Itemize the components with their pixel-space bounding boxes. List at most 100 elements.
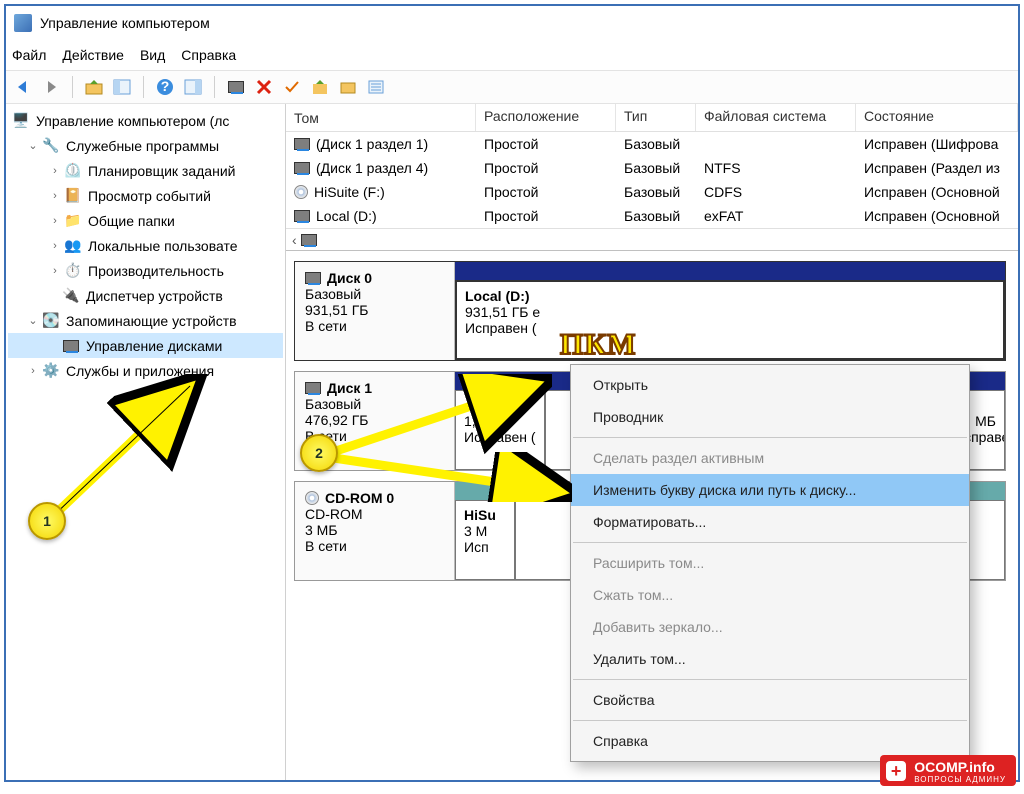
tree-root-label: Управление компьютером (лс [36, 113, 229, 129]
pane-button[interactable] [182, 76, 204, 98]
watermark-badge: + OCOMP.info ВОПРОСЫ АДМИНУ [880, 755, 1016, 786]
volume-list-header[interactable]: Том Расположение Тип Файловая система Со… [286, 104, 1018, 132]
menu-view[interactable]: Вид [140, 47, 165, 63]
tree-label: Диспетчер устройств [86, 288, 223, 304]
col-state[interactable]: Состояние [856, 104, 1018, 131]
twisty-icon[interactable]: ⌄ [26, 314, 40, 327]
storage-icon: 💽 [42, 312, 60, 330]
volume-state: Исправен (Раздел из [856, 158, 1018, 178]
volume-layout: Простой [476, 182, 616, 202]
annotation-arrow-2b [322, 452, 572, 502]
partition-strip [455, 262, 1005, 280]
ctx-open[interactable]: Открыть [571, 369, 969, 401]
disk-icon [301, 234, 317, 246]
volume-name: Local (D:) [316, 208, 377, 224]
partition-size: 931,51 ГБ е [465, 304, 995, 320]
twisty-icon[interactable]: › [48, 215, 62, 227]
twisty-icon[interactable]: › [48, 190, 62, 202]
svg-text:?: ? [161, 78, 170, 94]
volume-fs: exFAT [696, 206, 856, 226]
list-button[interactable] [365, 76, 387, 98]
menu-file[interactable]: Файл [12, 47, 46, 63]
up-folder-button[interactable] [83, 76, 105, 98]
tree-root[interactable]: 🖥️Управление компьютером (лс [8, 108, 283, 133]
volume-row[interactable]: HiSuite (F:) Простой Базовый CDFS Исправ… [286, 180, 1018, 204]
ctx-properties[interactable]: Свойства [571, 684, 969, 716]
menu-help[interactable]: Справка [181, 47, 236, 63]
tree-scheduler[interactable]: ›⏲️ Планировщик заданий [8, 158, 283, 183]
disk-icon [294, 138, 310, 150]
window-title: Управление компьютером [40, 15, 210, 31]
twisty-icon[interactable]: › [48, 165, 62, 177]
disk-icon [305, 382, 321, 394]
tree-performance[interactable]: ›⏱️Производительность [8, 258, 283, 283]
tree-local-users[interactable]: ›👥Локальные пользовате [8, 233, 283, 258]
volume-type: Базовый [616, 182, 696, 202]
twisty-icon[interactable]: › [48, 265, 62, 277]
disk-icon [305, 272, 321, 284]
tree-disk-management[interactable]: Управление дисками [8, 333, 283, 358]
ctx-format[interactable]: Форматировать... [571, 506, 969, 538]
tree-system-tools[interactable]: ⌄🔧Служебные программы [8, 133, 283, 158]
ctx-explorer[interactable]: Проводник [571, 401, 969, 433]
volume-layout: Простой [476, 206, 616, 226]
folder-up-button[interactable] [309, 76, 331, 98]
back-button[interactable] [12, 76, 34, 98]
context-menu[interactable]: Открыть Проводник Сделать раздел активны… [570, 364, 970, 762]
menubar[interactable]: Файл Действие Вид Справка [6, 40, 1018, 70]
col-layout[interactable]: Расположение [476, 104, 616, 131]
tree-label: Управление дисками [86, 338, 222, 354]
volume-row-partial[interactable]: ‹ Windows (C:) [286, 228, 1018, 250]
toolbar: ? [6, 70, 1018, 104]
tree-shared-folders[interactable]: ›📁 Общие папки [8, 208, 283, 233]
partition-local-d[interactable]: Local (D:) 931,51 ГБ е Исправен ( [455, 280, 1005, 360]
volume-type: Базовый [616, 206, 696, 226]
drive-button[interactable] [225, 76, 247, 98]
disk-0-block[interactable]: Диск 0 Базовый 931,51 ГБ В сети Local (D… [294, 261, 1006, 361]
disk-status: В сети [305, 318, 444, 334]
menu-action[interactable]: Действие [62, 47, 124, 63]
device-icon: 🔌 [62, 287, 80, 305]
share-icon: 📁 [64, 212, 82, 230]
col-filesystem[interactable]: Файловая система [696, 104, 856, 131]
help-button[interactable]: ? [154, 76, 176, 98]
show-tree-button[interactable] [111, 76, 133, 98]
tree-device-manager[interactable]: 🔌 Диспетчер устройств [8, 283, 283, 308]
tree-label: Общие папки [88, 213, 175, 229]
twisty-icon[interactable]: › [48, 240, 62, 252]
disk-status: В сети [305, 538, 444, 554]
col-volume[interactable]: Том [286, 104, 476, 131]
tree-event-viewer[interactable]: ›📔Просмотр событий [8, 183, 283, 208]
forward-button[interactable] [40, 76, 62, 98]
volume-row[interactable]: Local (D:) Простой Базовый exFAT Исправе… [286, 204, 1018, 228]
volume-type: Базовый [616, 134, 696, 154]
volume-list[interactable]: Том Расположение Тип Файловая система Со… [286, 104, 1018, 251]
folder-button[interactable] [337, 76, 359, 98]
tree-label: Планировщик заданий [88, 163, 235, 179]
partition-hisuite[interactable]: HiSu 3 М Исп [455, 500, 515, 580]
delete-button[interactable] [253, 76, 275, 98]
twisty-icon[interactable]: › [26, 365, 40, 377]
ctx-make-active: Сделать раздел активным [571, 442, 969, 474]
volume-fs: CDFS [696, 182, 856, 202]
partition-name: HiSu [464, 507, 506, 523]
volume-state: Исправен (Основной [856, 206, 1018, 226]
partition-name: Local (D:) [465, 288, 995, 304]
check-button[interactable] [281, 76, 303, 98]
col-type[interactable]: Тип [616, 104, 696, 131]
volume-layout: Простой [476, 158, 616, 178]
twisty-icon[interactable]: ⌄ [26, 139, 40, 152]
clock-icon: ⏲️ [64, 162, 82, 180]
annotation-label: 2 [315, 445, 323, 461]
volume-row[interactable]: (Диск 1 раздел 1) Простой Базовый Исправ… [286, 132, 1018, 156]
ctx-change-letter[interactable]: Изменить букву диска или путь к диску... [571, 474, 969, 506]
volume-row[interactable]: (Диск 1 раздел 4) Простой Базовый NTFS И… [286, 156, 1018, 180]
ctx-shrink: Сжать том... [571, 579, 969, 611]
ctx-delete[interactable]: Удалить том... [571, 643, 969, 675]
ctx-help[interactable]: Справка [571, 725, 969, 757]
partition-state: Исп [464, 539, 506, 555]
tree-storage[interactable]: ⌄💽Запоминающие устройств [8, 308, 283, 333]
tree-label: Служебные программы [66, 138, 219, 154]
disk-icon [294, 210, 310, 222]
volume-layout: Простой [476, 134, 616, 154]
